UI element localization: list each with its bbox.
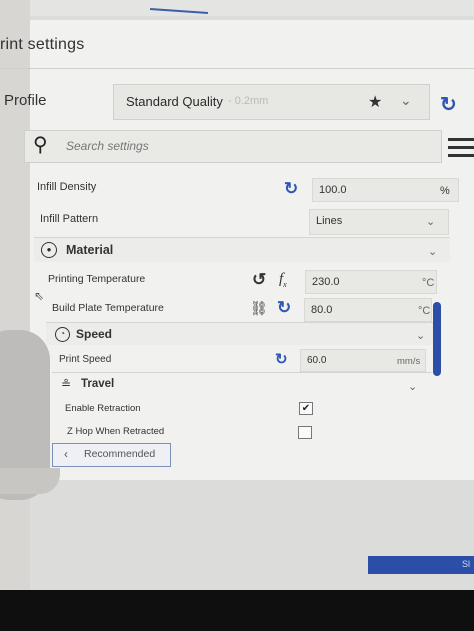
infill-density-field[interactable]: 100.0 bbox=[312, 178, 459, 202]
chevron-down-icon: ⌄ bbox=[428, 246, 438, 258]
build-plate-temperature-label: Build Plate Temperature bbox=[52, 302, 164, 314]
material-title: Material bbox=[66, 243, 114, 257]
chevron-down-icon: ⌄ bbox=[426, 216, 436, 228]
speed-icon: ◔ bbox=[55, 327, 70, 342]
model-base bbox=[0, 468, 60, 494]
reset-icon[interactable]: ↻ bbox=[275, 350, 288, 368]
infill-density-label: Infill Density bbox=[37, 181, 97, 193]
printing-temperature-field[interactable]: 230.0 bbox=[305, 270, 437, 294]
travel-icon: ≗ bbox=[61, 377, 72, 391]
slice-button-label: Sl bbox=[462, 559, 471, 569]
infill-density-value: 100.0 bbox=[319, 184, 347, 196]
screen-bezel bbox=[0, 590, 474, 631]
z-hop-checkbox[interactable] bbox=[298, 426, 312, 439]
link-icon[interactable]: ⛓ bbox=[250, 300, 268, 317]
reset-icon[interactable]: ↻ bbox=[277, 298, 291, 318]
top-strip bbox=[0, 0, 474, 16]
search-input[interactable] bbox=[64, 136, 308, 156]
print-speed-unit: mm/s bbox=[397, 356, 421, 367]
chevron-left-icon: ‹ bbox=[64, 447, 68, 461]
reset-icon[interactable]: ↺ bbox=[252, 270, 266, 290]
profile-name: Standard Quality bbox=[126, 94, 223, 109]
chevron-down-icon[interactable]: ⌄ bbox=[400, 92, 412, 109]
speed-title: Speed bbox=[76, 327, 113, 341]
infill-density-unit: % bbox=[440, 185, 450, 197]
slice-button[interactable] bbox=[368, 556, 474, 574]
infill-pattern-label: Infill Pattern bbox=[40, 213, 99, 225]
travel-title: Travel bbox=[81, 378, 115, 390]
print-speed-label: Print Speed bbox=[59, 354, 112, 365]
section-divider bbox=[52, 372, 432, 373]
build-plate-temperature-field[interactable]: 80.0 bbox=[304, 298, 432, 322]
scrollbar-thumb[interactable] bbox=[433, 302, 441, 376]
reset-icon[interactable]: ↻ bbox=[440, 92, 457, 117]
title-divider bbox=[0, 68, 474, 69]
profile-label: Profile bbox=[4, 92, 47, 109]
infill-pattern-value: Lines bbox=[316, 215, 343, 227]
chevron-down-icon: ⌄ bbox=[416, 330, 426, 342]
star-icon[interactable]: ★ bbox=[368, 92, 382, 112]
panel-title: rint settings bbox=[0, 36, 85, 53]
profile-detail: - 0.2mm bbox=[228, 95, 269, 107]
search-icon: ⚲ bbox=[33, 134, 48, 156]
z-hop-label: Z Hop When Retracted bbox=[67, 426, 165, 437]
enable-retraction-checkbox[interactable]: ✔ bbox=[299, 402, 313, 415]
build-plate-temperature-unit: °C bbox=[418, 305, 431, 317]
reset-icon[interactable]: ↻ bbox=[284, 179, 298, 199]
printing-temperature-label: Printing Temperature bbox=[48, 273, 146, 285]
function-icon[interactable]: fx bbox=[279, 271, 287, 289]
material-icon: ● bbox=[41, 242, 57, 258]
recommended-label: Recommended bbox=[84, 448, 156, 460]
printing-temperature-unit: °C bbox=[422, 277, 435, 289]
enable-retraction-label: Enable Retraction bbox=[65, 403, 141, 414]
chevron-down-icon: ⌄ bbox=[408, 381, 418, 393]
printing-temperature-value: 230.0 bbox=[312, 276, 340, 288]
build-plate-temperature-value: 80.0 bbox=[311, 304, 333, 316]
cursor-arrow-icon: ⇖ bbox=[34, 289, 45, 303]
print-speed-value: 60.0 bbox=[307, 355, 327, 366]
menu-icon[interactable] bbox=[448, 138, 474, 160]
